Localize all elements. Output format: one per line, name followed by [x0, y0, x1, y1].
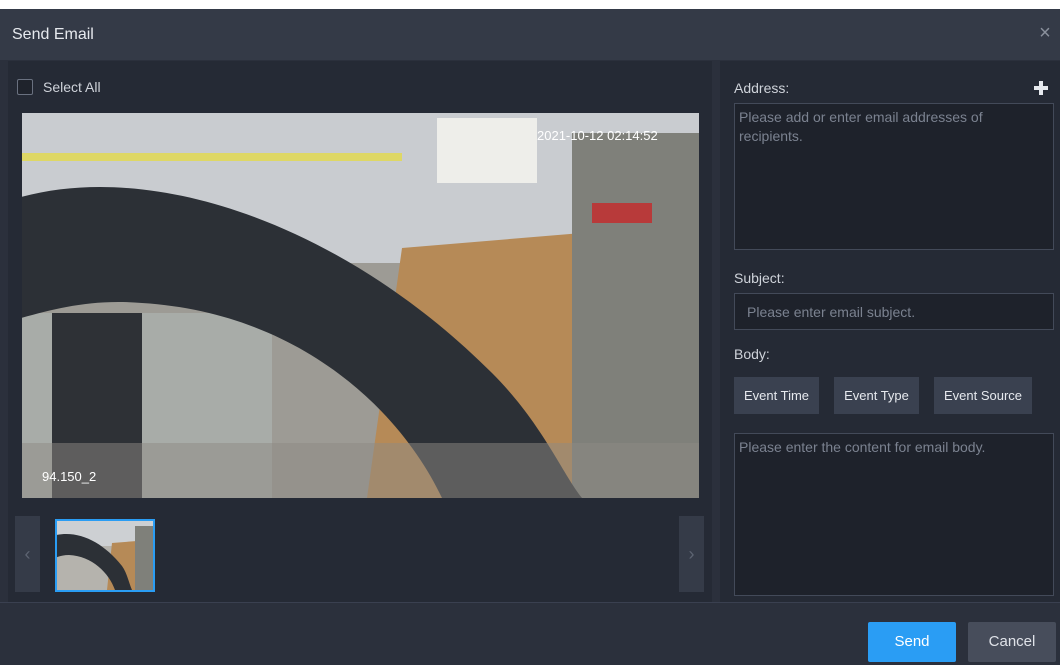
close-icon[interactable]: × [1034, 22, 1056, 44]
chevron-right-icon[interactable]: › [679, 516, 704, 592]
thumbnail-item[interactable] [55, 519, 155, 592]
thumbnail-strip: ‹ › [15, 516, 705, 592]
select-all-checkbox[interactable] [17, 79, 33, 95]
address-label: Address: [734, 80, 790, 96]
chevron-left-icon[interactable]: ‹ [15, 516, 40, 592]
thumbnail-image [57, 521, 153, 590]
event-time-button[interactable]: Event Time [734, 377, 819, 414]
timestamp-overlay: 2021-10-12 02:14:52 [537, 128, 658, 143]
select-all-control[interactable]: Select All [17, 79, 101, 95]
channel-overlay: 94.150_2 [42, 469, 96, 484]
dialog-title: Send Email [12, 26, 94, 43]
dialog-titlebar: Send Email × [0, 9, 1060, 60]
body-field[interactable] [734, 433, 1054, 596]
add-address-plus-icon[interactable] [1034, 81, 1048, 95]
send-button[interactable]: Send [868, 622, 956, 662]
body-label: Body: [734, 346, 770, 362]
snapshot-scene: 2021-10-12 02:14:52 94.150_2 [22, 113, 699, 498]
subject-label: Subject: [734, 270, 785, 286]
address-field[interactable] [734, 103, 1054, 250]
subject-field[interactable] [734, 293, 1054, 330]
select-all-label: Select All [43, 79, 101, 95]
cancel-button[interactable]: Cancel [968, 622, 1056, 662]
event-source-button[interactable]: Event Source [934, 377, 1032, 414]
snapshot-image: 2021-10-12 02:14:52 94.150_2 [22, 113, 699, 498]
event-type-button[interactable]: Event Type [834, 377, 919, 414]
